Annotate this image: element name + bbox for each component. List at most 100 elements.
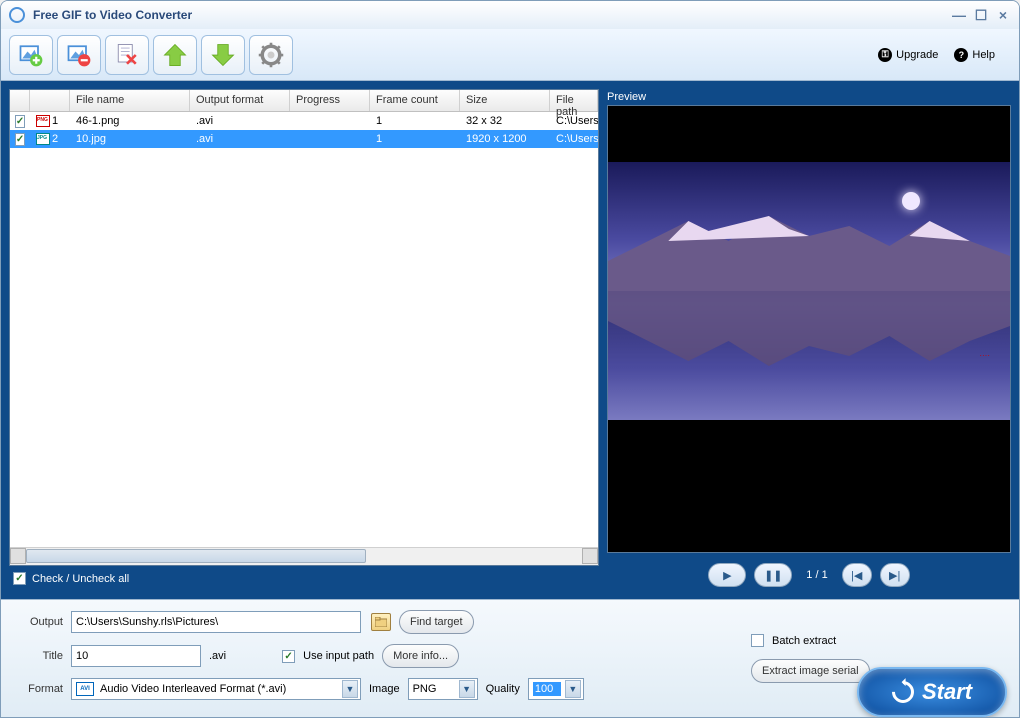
next-frame-button[interactable]: ▶|	[880, 563, 910, 587]
quality-label: Quality	[486, 683, 520, 695]
row-index: 2	[52, 133, 58, 145]
titlebar: Free GIF to Video Converter — ☐ ×	[1, 1, 1019, 29]
row-checkbox[interactable]	[15, 115, 25, 128]
pause-button[interactable]: ❚❚	[754, 563, 792, 587]
reflection-graphic	[608, 291, 1010, 420]
play-button[interactable]: ▶	[708, 563, 746, 587]
cell-output: .avi	[190, 131, 290, 147]
right-panel: Preview ···· ▶ ❚❚ 1 / 1 |◀ ▶|	[607, 89, 1011, 591]
check-all-checkbox[interactable]	[13, 572, 26, 585]
cell-size: 32 x 32	[460, 113, 550, 129]
upgrade-label: Upgrade	[896, 49, 938, 61]
cell-filename: 10.jpg	[70, 131, 190, 147]
col-filename[interactable]: File name	[70, 90, 190, 111]
start-label: Start	[922, 679, 972, 705]
image-dropdown[interactable]: PNG ▼	[408, 678, 478, 700]
remove-file-button[interactable]	[57, 35, 101, 75]
cell-progress	[290, 119, 370, 123]
remove-image-icon	[65, 41, 93, 69]
move-up-button[interactable]	[153, 35, 197, 75]
cell-frames: 1	[370, 113, 460, 129]
scroll-thumb[interactable]	[26, 549, 366, 563]
cell-size: 1920 x 1200	[460, 131, 550, 147]
png-icon	[36, 115, 50, 127]
col-progress[interactable]: Progress	[290, 90, 370, 111]
file-list: File name Output format Progress Frame c…	[9, 89, 599, 566]
scroll-right-button[interactable]	[582, 548, 598, 564]
upgrade-link[interactable]: ⚿ Upgrade	[878, 48, 938, 62]
start-button[interactable]: Start	[857, 667, 1007, 717]
help-link[interactable]: ? Help	[954, 48, 995, 62]
format-dropdown[interactable]: AVI Audio Video Interleaved Format (*.av…	[71, 678, 361, 700]
extract-serial-button[interactable]: Extract image serial	[751, 659, 870, 683]
clear-list-icon	[113, 41, 141, 69]
preview-image: ····	[608, 162, 1010, 420]
frame-counter: 1 / 1	[800, 569, 833, 581]
arrow-up-icon	[161, 41, 189, 69]
preview-area: ····	[607, 105, 1011, 553]
image-label: Image	[369, 683, 400, 695]
settings-button[interactable]	[249, 35, 293, 75]
output-label: Output	[15, 616, 63, 628]
cell-path: C:\Users\S	[550, 131, 598, 147]
main-area: File name Output format Progress Frame c…	[1, 81, 1019, 599]
col-filepath[interactable]: File path	[550, 90, 598, 111]
output-path-input[interactable]	[71, 611, 361, 633]
player-controls: ▶ ❚❚ 1 / 1 |◀ ▶|	[607, 553, 1011, 591]
app-title: Free GIF to Video Converter	[33, 8, 951, 22]
reload-icon	[887, 676, 918, 707]
image-value: PNG	[413, 683, 455, 695]
folder-icon	[375, 617, 387, 627]
more-info-button[interactable]: More info...	[382, 644, 459, 668]
title-input[interactable]	[71, 645, 201, 667]
quality-dropdown[interactable]: 100 ▼	[528, 678, 584, 700]
gear-icon	[257, 41, 285, 69]
toolbar: ⚿ Upgrade ? Help	[1, 29, 1019, 81]
add-file-button[interactable]	[9, 35, 53, 75]
move-down-button[interactable]	[201, 35, 245, 75]
title-label: Title	[15, 650, 63, 662]
batch-extract-checkbox[interactable]	[751, 634, 764, 647]
moon-graphic	[902, 192, 920, 210]
find-target-button[interactable]: Find target	[399, 610, 474, 634]
col-outputformat[interactable]: Output format	[190, 90, 290, 111]
use-input-path-checkbox[interactable]	[282, 650, 295, 663]
use-input-path-label: Use input path	[303, 650, 374, 662]
row-checkbox[interactable]	[15, 133, 25, 146]
title-extension: .avi	[209, 650, 226, 662]
preview-label: Preview	[607, 89, 1011, 105]
browse-folder-button[interactable]	[371, 613, 391, 631]
chevron-down-icon: ▼	[565, 680, 581, 698]
cell-filename: 46-1.png	[70, 113, 190, 129]
close-button[interactable]: ×	[995, 7, 1011, 23]
col-size[interactable]: Size	[460, 90, 550, 111]
table-row[interactable]: 1 46-1.png .avi 1 32 x 32 C:\Users\S	[10, 112, 598, 130]
cell-output: .avi	[190, 113, 290, 129]
horizontal-scrollbar[interactable]	[10, 547, 598, 565]
table-row[interactable]: 2 10.jpg .avi 1 1920 x 1200 C:\Users\S	[10, 130, 598, 148]
list-header: File name Output format Progress Frame c…	[10, 90, 598, 112]
col-framecount[interactable]: Frame count	[370, 90, 460, 111]
key-icon: ⚿	[878, 48, 892, 62]
chevron-down-icon: ▼	[342, 680, 358, 698]
scroll-left-button[interactable]	[10, 548, 26, 564]
clear-list-button[interactable]	[105, 35, 149, 75]
cell-frames: 1	[370, 131, 460, 147]
prev-frame-button[interactable]: |◀	[842, 563, 872, 587]
cell-path: C:\Users\S	[550, 113, 598, 129]
jpg-icon	[36, 133, 50, 145]
help-icon: ?	[954, 48, 968, 62]
check-all-label: Check / Uncheck all	[32, 573, 129, 585]
app-icon	[9, 7, 25, 23]
avi-icon: AVI	[76, 682, 94, 696]
help-label: Help	[972, 49, 995, 61]
quality-value: 100	[533, 682, 561, 696]
watermark: ····	[979, 351, 990, 360]
chevron-down-icon: ▼	[459, 680, 475, 698]
app-window: Free GIF to Video Converter — ☐ × ⚿ Upgr…	[0, 0, 1020, 718]
arrow-down-icon	[209, 41, 237, 69]
add-image-icon	[17, 41, 45, 69]
minimize-button[interactable]: —	[951, 7, 967, 23]
check-all-row: Check / Uncheck all	[9, 566, 599, 591]
maximize-button[interactable]: ☐	[973, 7, 989, 23]
